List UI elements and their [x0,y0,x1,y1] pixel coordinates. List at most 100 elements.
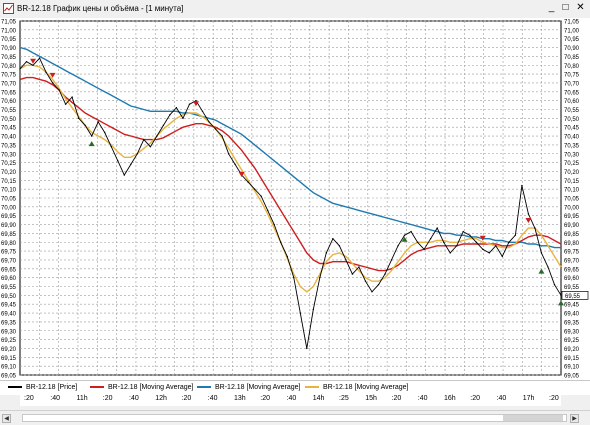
y-tick-label-right: 69,45 [564,303,580,309]
price-point [202,111,203,112]
legend-item[interactable]: BR-12.18 [Moving Average] [197,382,300,394]
y-tick-label-right: 70,40 [564,135,580,141]
legend-swatch [197,386,211,388]
y-tick-label-left: 69,40 [1,312,17,318]
y-tick-label-right: 71,00 [564,28,580,34]
scroll-thumb[interactable] [503,415,563,421]
price-point [508,242,509,243]
price-point [449,252,450,253]
price-point [547,266,548,267]
y-tick-label-right: 69,05 [564,374,580,380]
y-tick-label-left: 69,30 [1,329,17,335]
y-tick-label-left: 69,65 [1,267,17,273]
minimize-button[interactable]: _ [545,2,558,14]
maximize-button[interactable]: □ [559,2,572,14]
y-tick-label-left: 70,80 [1,64,17,70]
horizontal-scrollbar[interactable]: ◀ ▶ [0,410,590,425]
price-point [19,68,20,69]
time-axis-label: :20 [260,394,270,404]
chart-area[interactable]: 71,0571,0571,0071,0070,9570,9570,9070,90… [0,18,590,380]
y-tick-label-left: 70,20 [1,170,17,176]
price-point [339,245,340,246]
y-tick-label-left: 69,90 [1,223,17,229]
title-bar[interactable]: BR-12.18 График цены и объёма - [1 минут… [0,0,590,19]
scroll-track[interactable] [22,414,567,422]
y-tick-label-left: 69,35 [1,320,17,326]
y-tick-label-right: 69,10 [564,365,580,371]
y-tick-label-left: 70,00 [1,205,17,211]
time-axis-label: :40 [50,394,60,404]
close-button[interactable]: ✕ [574,2,587,14]
time-axis-label: 14h [313,394,325,404]
y-tick-label-left: 70,65 [1,90,17,96]
y-tick-label-left: 70,45 [1,126,17,132]
price-point [150,146,151,147]
price-point [430,238,431,239]
y-tick-label-right: 70,95 [564,37,580,43]
y-tick-label-right: 69,90 [564,223,580,229]
price-point [215,128,216,129]
y-tick-label-left: 69,60 [1,276,17,282]
y-tick-label-left: 69,70 [1,258,17,264]
scroll-left-arrow-icon[interactable]: ◀ [2,414,11,423]
y-tick-label-right: 69,15 [564,356,580,362]
price-point [84,125,85,126]
time-axis-label: :40 [497,394,507,404]
legend-swatch [305,386,319,388]
chart-window: BR-12.18 График цены и объёма - [1 минут… [0,0,590,424]
y-tick-label-left: 70,60 [1,99,17,105]
price-point [423,249,424,250]
price-point [404,234,405,235]
y-tick-label-right: 70,70 [564,81,580,87]
y-tick-label-right: 71,05 [564,20,580,26]
y-tick-label-right: 70,50 [564,117,580,123]
y-tick-label-left: 69,10 [1,365,17,371]
y-tick-label-right: 69,85 [564,232,580,238]
legend-item[interactable]: BR-12.18 [Moving Average] [90,382,193,394]
price-point [528,213,529,214]
scroll-right-arrow-icon[interactable]: ▶ [570,414,579,423]
y-tick-label-right: 70,30 [564,152,580,158]
price-point [554,284,555,285]
price-point [371,291,372,292]
chart-legend: BR-12.18 [Price] BR-12.18 [Moving Average… [0,380,590,395]
price-point [45,72,46,73]
price-point [502,256,503,257]
price-point [384,273,385,274]
price-point [254,188,255,189]
y-tick-label-left: 70,10 [1,188,17,194]
price-point [32,65,33,66]
price-point [476,242,477,243]
chart-app-icon [3,3,14,14]
price-point [521,185,522,186]
price-point [26,61,27,62]
y-tick-label-right: 70,35 [564,143,580,149]
price-point [195,100,196,101]
legend-swatch [8,386,22,388]
price-point [397,245,398,246]
y-tick-label-left: 71,05 [1,20,17,26]
price-point [391,259,392,260]
y-tick-label-left: 71,00 [1,28,17,34]
window-title: BR-12.18 График цены и объёма - [1 минут… [17,2,183,15]
legend-item[interactable]: BR-12.18 [Moving Average] [305,382,408,394]
time-axis-label: :40 [208,394,218,404]
price-point [365,280,366,281]
y-tick-label-left: 70,75 [1,73,17,79]
y-tick-label-right: 70,20 [564,170,580,176]
time-axis-label: :20 [182,394,192,404]
y-tick-label-right: 69,20 [564,347,580,353]
price-point [443,242,444,243]
legend-label: BR-12.18 [Price] [26,384,77,391]
price-point [378,284,379,285]
price-point [469,234,470,235]
y-tick-label-right: 70,85 [564,55,580,61]
y-tick-label-right: 70,25 [564,161,580,167]
price-chart[interactable]: 71,0571,0571,0071,0070,9570,9570,9070,90… [0,18,590,380]
y-tick-label-left: 69,45 [1,303,17,309]
y-tick-label-right: 69,30 [564,329,580,335]
price-point [417,242,418,243]
time-axis-label: :20 [470,394,480,404]
price-point [358,266,359,267]
legend-item[interactable]: BR-12.18 [Price] [8,382,77,394]
